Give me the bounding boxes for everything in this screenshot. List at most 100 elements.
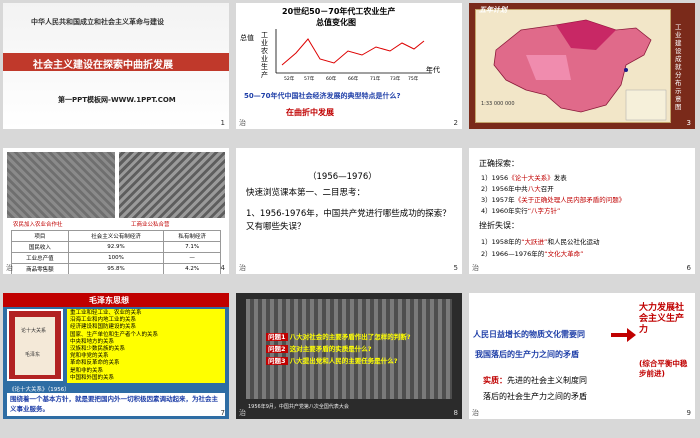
table-cell: 商品零售额 — [11, 263, 69, 274]
table-header: 项目 — [11, 230, 69, 242]
slide-number: 1 — [220, 119, 225, 127]
slide-3[interactable]: 五年计划 1:33 000 000 工业建设成就分布示意图 3 — [469, 3, 695, 129]
chart-title-2: 总值变化图 — [316, 18, 356, 27]
table-row: 商品零售额 95.8% 4.2% — [11, 263, 221, 274]
relation-item: 中国和外国的关系 — [70, 374, 115, 381]
map-scale: 1:33 000 000 — [481, 101, 515, 107]
tick-73: 73年 — [390, 75, 401, 81]
question-text: 1、1956-1976年，中国共产党进行哪些成功的探索？又有哪些失误？ — [246, 209, 451, 232]
correct-item-3: 3）1957年《关于正确处理人民内部矛盾的问题》 — [481, 194, 625, 204]
book-author: 毛泽东 — [25, 352, 41, 358]
relations-list: 重工业和轻工业、农业的关系 沿海工业和内地工业的关系 经济建设和国防建设的关系 … — [67, 309, 225, 383]
chart-title-1: 20世纪50－70年代工农业生产 — [282, 7, 396, 16]
slide-8[interactable]: 问题1 八大对社会的主要矛盾作出了怎样的判断? 问题2 这对主要矛盾的实质是什么… — [236, 293, 462, 419]
contradiction-line-1: 人民日益增长的物质文化需要同 — [473, 329, 585, 340]
ylabel-industry: 工业 — [261, 31, 268, 47]
question-label: 问题1 — [266, 333, 288, 341]
question-1: 问题1 八大对社会的主要矛盾作出了怎样的判断? — [266, 331, 456, 343]
map-banner: 五年计划 — [479, 6, 507, 14]
item-quote: 八大 — [527, 185, 541, 193]
slide-9[interactable]: 人民日益增长的物质文化需要同 我国落后的生产力之间的矛盾 实质：先进的社会主义制… — [469, 293, 695, 419]
essence-text: 先进的社会主义制度同 — [507, 376, 587, 385]
slide-number: 3 — [686, 119, 691, 127]
slide-4[interactable]: 农民加入农业合作社 工商业公私合营 项目 社会主义公有制经济 私有制经济 国民收… — [3, 148, 229, 274]
slide-tag: 治 — [472, 264, 479, 272]
arrow-icon — [611, 328, 636, 342]
book-cover: 论十大关系 毛泽东 — [7, 309, 63, 381]
ylabel-production: 生产 — [261, 63, 268, 79]
chart-xlabel: 年代 — [426, 66, 440, 74]
book-title: 论十大关系 — [21, 328, 47, 334]
ylabel-agriculture: 农业 — [261, 47, 268, 63]
item-quote: “八字方针” — [527, 207, 561, 215]
tick-60: 60年 — [326, 75, 337, 81]
slide-tag: 治 — [239, 119, 246, 127]
slide-tag: 治 — [239, 264, 246, 272]
summary-text: 围绕着一个基本方针，就是要把国内外一切积极因素调动起来，为社会主义事业服务。 — [7, 393, 225, 416]
mistakes-heading: 挫折失误： — [479, 221, 519, 230]
map-side-text: 工业建设成就分布示意图 — [675, 23, 682, 111]
slide-2[interactable]: 20世纪50－70年代工农业生产 总值变化图 总值 工业 农业 生产 52年 57年… — [236, 3, 462, 129]
item-suffix: 和人民公社化运动 — [547, 238, 600, 246]
tick-52: 52年 — [284, 75, 295, 81]
economy-table: 项目 社会主义公有制经济 私有制经济 国民收入 92.9% 7.1% 工业总产值… — [11, 230, 221, 274]
item-prefix: 3）1957年 — [481, 196, 515, 204]
question-label: 问题3 — [266, 357, 288, 365]
table-cell: 工业总产值 — [11, 252, 69, 264]
tick-66: 66年 — [348, 75, 359, 81]
chart-ylabel-vertical: 工业 农业 生产 — [261, 31, 270, 79]
slide-footer: 第一PPT模板网-WWW.1PPT.COM — [58, 96, 176, 104]
table-cell: — — [163, 252, 221, 264]
question-3: 问题3 八大提出党和人民的主要任务是什么? — [266, 355, 456, 367]
slide-5[interactable]: （1956—1976） 快速浏览课本第一、二目思考： 1、1956-1976年，… — [236, 148, 462, 274]
slide-number: 4 — [220, 264, 225, 272]
correct-heading: 正确探索： — [479, 159, 519, 168]
question-label: 问题2 — [266, 345, 288, 353]
table-row: 国民收入 92.9% 7.1% — [11, 241, 221, 253]
photo-caption: 1956年9月，中国共产党第八次全国代表大会 — [248, 404, 349, 410]
instruction: 快速浏览课本第一、二目思考： — [246, 188, 366, 198]
slide-tag: 治 — [239, 409, 246, 417]
item-suffix: 召开 — [540, 185, 554, 193]
years-heading: （1956—1976） — [308, 172, 377, 182]
chart-ylabel: 总值 — [240, 34, 254, 42]
table-cell: 92.9% — [67, 241, 165, 253]
item-quote: 《关于正确处理人民内部矛盾的问题》 — [514, 196, 626, 204]
tick-57: 57年 — [304, 75, 315, 81]
map-inset — [625, 89, 667, 121]
book-caption: 《论十大关系》（1956） — [9, 387, 70, 393]
slide-tag: 治 — [472, 409, 479, 417]
slide-title: 社会主义建设在探索中曲折发展 — [33, 60, 173, 71]
photo-cooperative — [7, 152, 115, 218]
mistake-item-2: 2）1966—1976年的“文化大革命” — [481, 248, 583, 258]
tick-71: 71年 — [370, 75, 381, 81]
slide-6[interactable]: 正确探索： 1）1956《论十大关系》发表 2）1956年中共八大召开 3）19… — [469, 148, 695, 274]
mistake-item-1: 1）1958年的“大跃进”和人民公社化运动 — [481, 236, 599, 246]
relation-item: 革命和反革命的关系 — [70, 360, 120, 367]
item-suffix: 发表 — [553, 174, 567, 182]
slide-7[interactable]: 毛泽东思想 论十大关系 毛泽东 重工业和轻工业、农业的关系 沿海工业和内地工业的… — [3, 293, 229, 419]
banner-title: 毛泽东思想 — [89, 296, 129, 305]
slide-question: 50—70年代中国社会经济发展的典型特点是什么? — [244, 92, 401, 100]
question-text: 这对主要矛盾的实质是什么? — [289, 345, 372, 353]
relation-item: 经济建设和国防建设的关系 — [70, 324, 137, 331]
item-quote: 《论十大关系》 — [508, 174, 554, 182]
essence-line: 实质：先进的社会主义制度同 — [483, 375, 587, 386]
table-cell: 7.1% — [163, 241, 221, 253]
item-prefix: 2）1956年中共 — [481, 185, 528, 193]
task-subtext: (综合平衡中稳步前进) — [639, 359, 688, 378]
relation-item: 中央和地方的关系 — [70, 338, 115, 345]
item-prefix: 1）1958年的 — [481, 238, 522, 246]
table-cell: 国民收入 — [11, 241, 69, 253]
line-text: 人民日益增长的物质文化需要 — [473, 330, 577, 339]
relation-item: 国家、生产单位和生产者个人的关系 — [70, 331, 159, 338]
essence-label: 实质： — [483, 376, 507, 385]
slide-1[interactable]: 中华人民共和国成立和社会主义革命与建设 社会主义建设在探索中曲折发展 第一PPT… — [3, 3, 229, 129]
item-prefix: 2）1966—1976年的 — [481, 250, 545, 258]
correct-item-1: 1）1956《论十大关系》发表 — [481, 172, 567, 182]
production-chart: 52年 57年 60年 66年 71年 73年 75年 — [275, 29, 432, 81]
task-text: 大力发展社会主义生产力 — [639, 303, 685, 335]
relation-item: 是和非的关系 — [70, 367, 104, 374]
table-cell: 95.8% — [67, 263, 165, 274]
question-text: 八大对社会的主要矛盾作出了怎样的判断? — [289, 333, 411, 341]
